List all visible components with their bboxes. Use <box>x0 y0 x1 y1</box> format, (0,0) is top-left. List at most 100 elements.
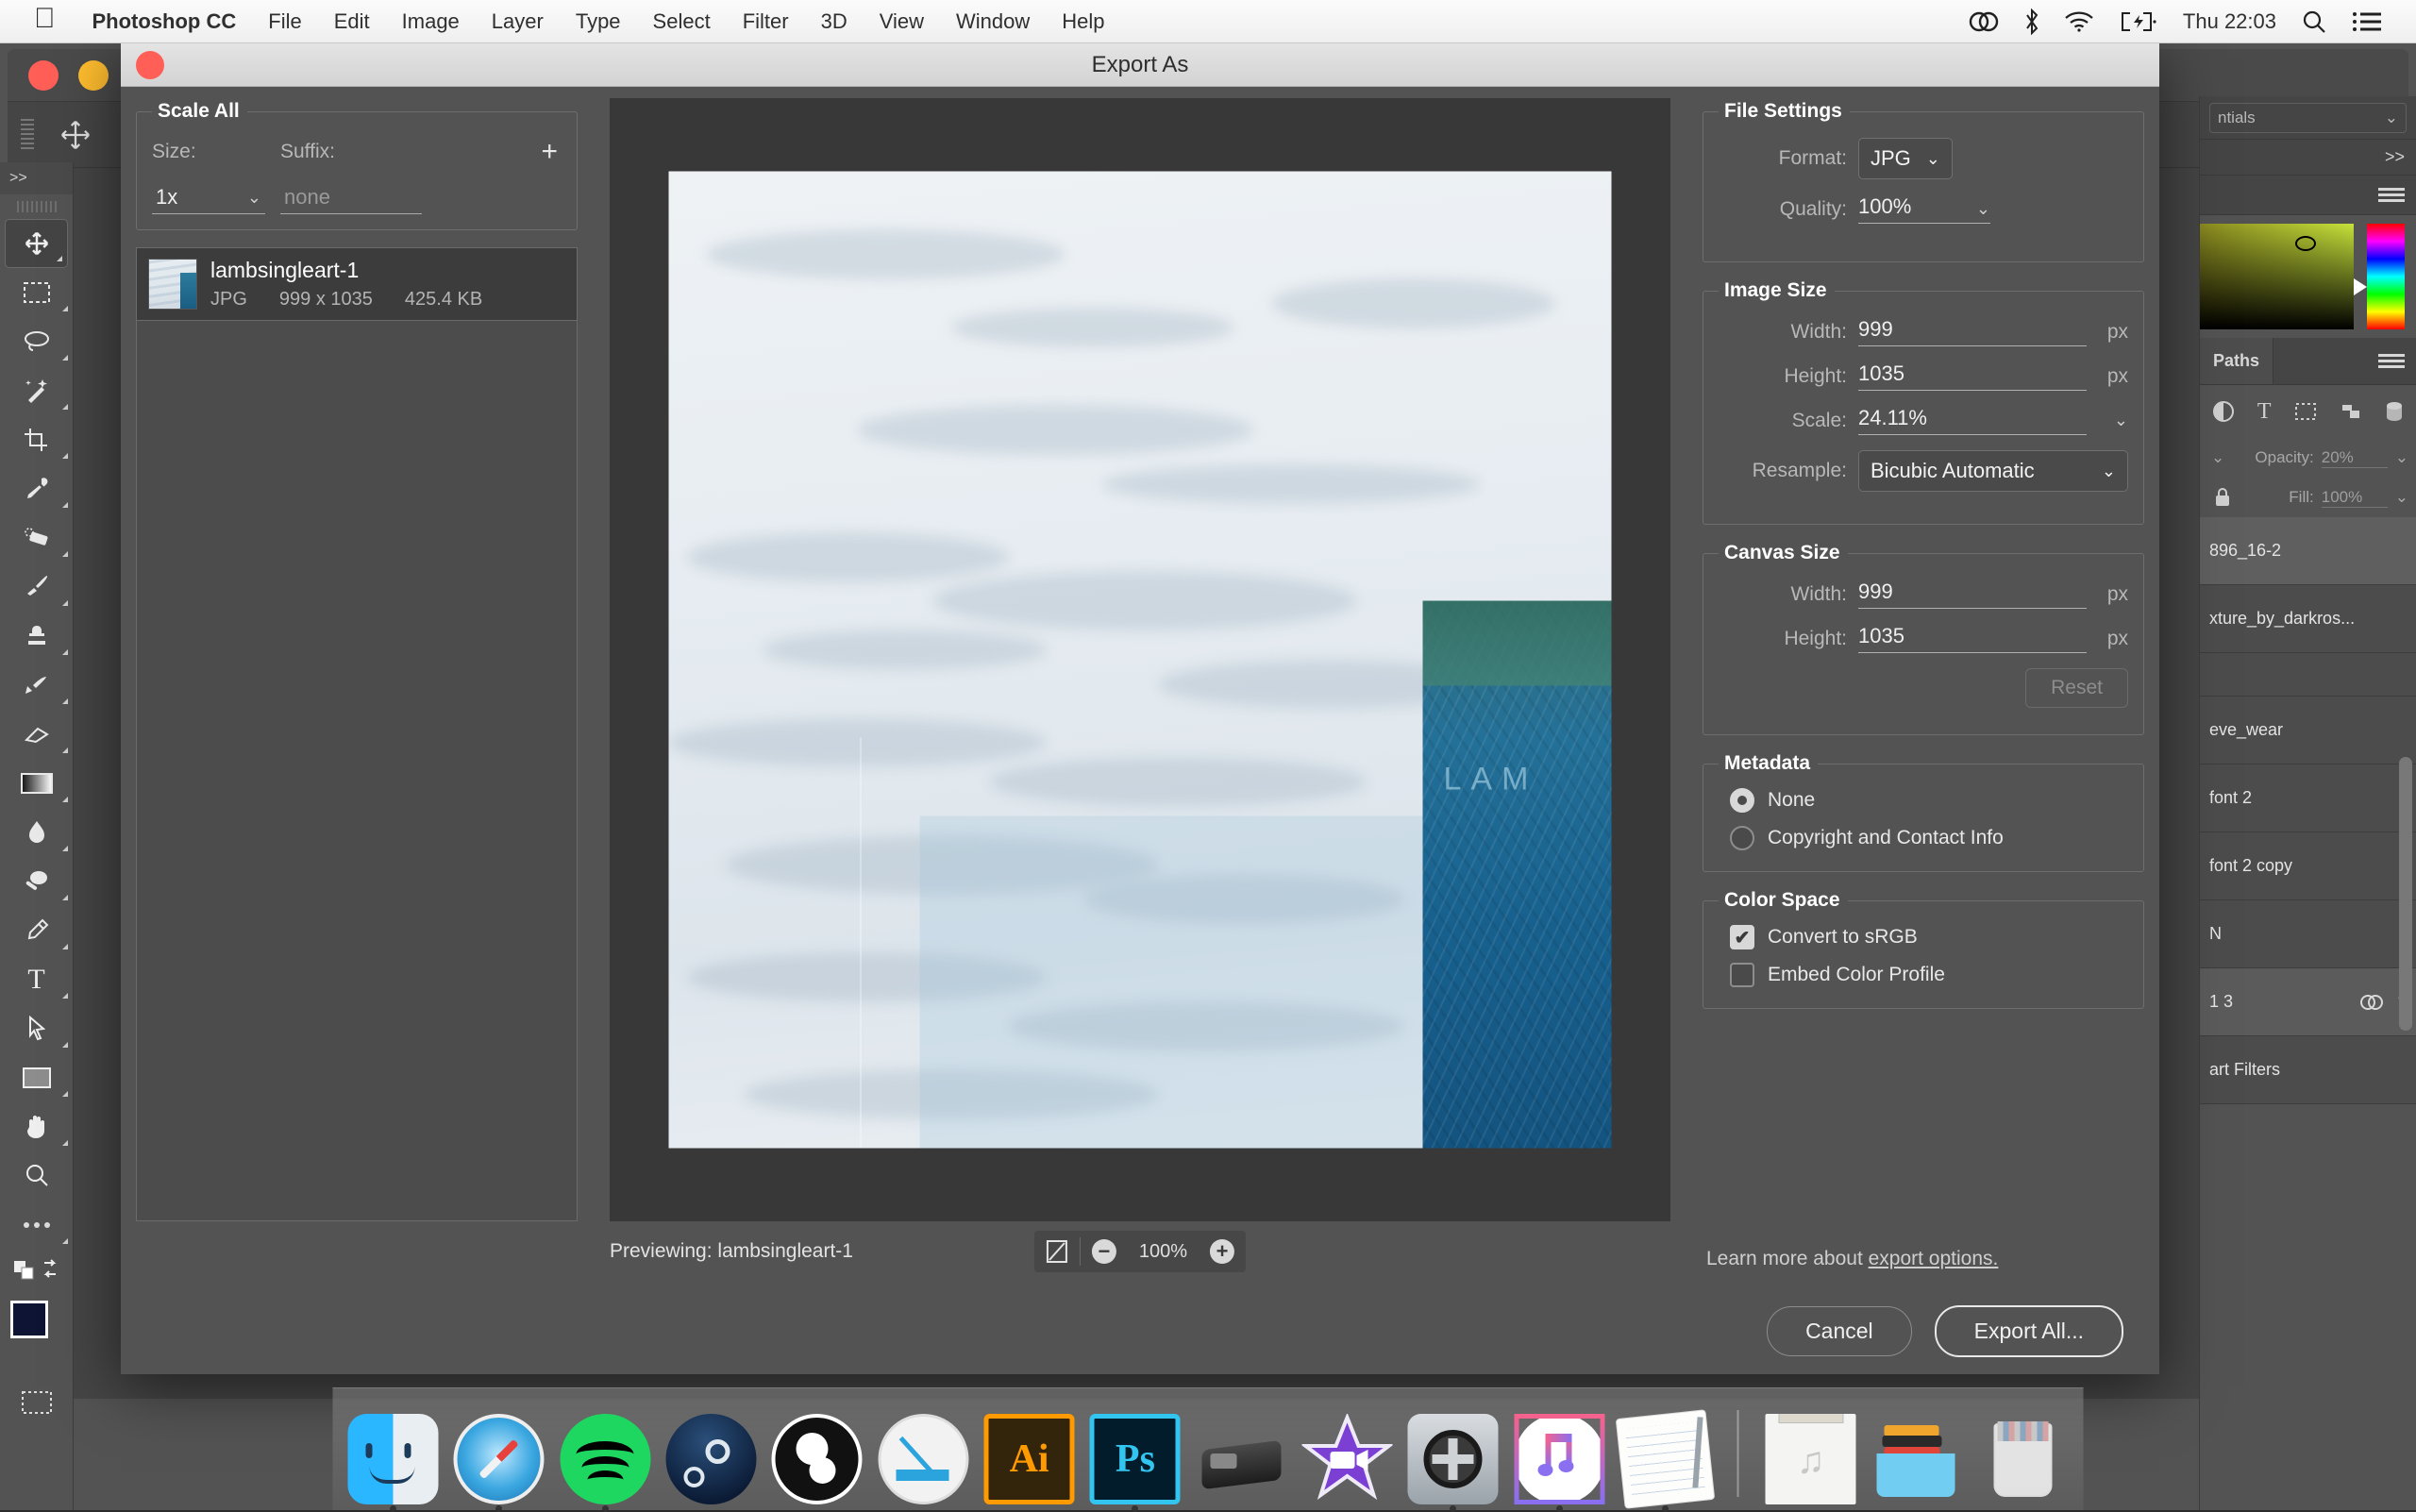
menu-help[interactable]: Help <box>1046 9 1120 34</box>
checkbox-checked-icon[interactable]: ✔ <box>1730 925 1754 949</box>
dock-item-photoshop[interactable]: Ps <box>1090 1404 1181 1504</box>
chevron-down-icon[interactable]: ⌄ <box>2102 462 2116 481</box>
embed-color-profile-option[interactable]: Embed Color Profile <box>1719 963 2128 987</box>
clone-stamp-tool-icon[interactable] <box>0 612 73 661</box>
list-item[interactable]: 896_16-2 <box>2200 517 2416 585</box>
notification-center-icon[interactable] <box>2352 10 2382 33</box>
swap-colors-icon[interactable] <box>0 1250 73 1289</box>
canvas-height-input[interactable]: 1035 <box>1858 624 2087 653</box>
list-item[interactable]: 1 3 ⌃ <box>2200 968 2416 1036</box>
opacity-value[interactable]: 20% <box>2322 448 2388 468</box>
type-tool-icon[interactable]: T <box>0 955 73 1004</box>
dock-stack-music[interactable]: ♫ <box>1766 1404 1856 1504</box>
preview-stage[interactable]: LAM <box>610 98 1670 1221</box>
dock-item-imovie[interactable] <box>1301 1404 1392 1504</box>
creative-cloud-icon[interactable] <box>1968 9 2000 34</box>
menu-select[interactable]: Select <box>637 9 727 34</box>
layer-filter-icons[interactable]: T <box>2200 385 2416 438</box>
dock-item-steam[interactable] <box>665 1404 756 1504</box>
dock-item-itunes[interactable] <box>1514 1404 1604 1504</box>
lasso-tool-icon[interactable] <box>0 317 73 366</box>
radio-button-icon[interactable] <box>1730 788 1754 813</box>
dock-item-scanner[interactable] <box>1196 1404 1286 1504</box>
hue-slider-handle[interactable] <box>2354 278 2367 295</box>
crop-tool-icon[interactable] <box>0 415 73 464</box>
list-item[interactable]: eve_wear <box>2200 697 2416 764</box>
blur-tool-icon[interactable] <box>0 808 73 857</box>
foreground-color-swatch[interactable] <box>10 1301 48 1338</box>
convert-to-srgb-option[interactable]: ✔ Convert to sRGB <box>1719 925 2128 949</box>
pen-tool-icon[interactable] <box>0 906 73 955</box>
menu-view[interactable]: View <box>864 9 940 34</box>
hue-slider[interactable] <box>2367 224 2405 329</box>
options-bar-grip[interactable] <box>21 119 34 151</box>
battery-charging-icon[interactable] <box>2119 10 2158 33</box>
menu-clock[interactable]: Thu 22:03 <box>2183 9 2276 34</box>
dock-item-system-preferences[interactable] <box>1408 1404 1499 1504</box>
dock-item-illustrator[interactable]: Ai <box>983 1404 1074 1504</box>
menu-filter[interactable]: Filter <box>727 9 805 34</box>
apple-logo-icon[interactable]:  <box>34 5 56 33</box>
zoom-in-button[interactable]: + <box>1199 1231 1246 1272</box>
list-item[interactable]: font 2 <box>2200 764 2416 832</box>
tool-palette-grip[interactable] <box>0 194 73 219</box>
history-brush-tool-icon[interactable] <box>0 661 73 710</box>
rectangular-marquee-tool-icon[interactable] <box>0 268 73 317</box>
add-scale-button[interactable]: + <box>541 138 562 166</box>
dock-stack-documents[interactable] <box>1871 1404 1962 1504</box>
chevron-down-icon[interactable]: ⌄ <box>2395 448 2408 467</box>
size-select[interactable]: 1x ⌄ <box>152 183 265 214</box>
checkbox-icon[interactable] <box>1730 963 1754 987</box>
layers-scrollbar[interactable] <box>2399 757 2412 1031</box>
hand-tool-icon[interactable] <box>0 1102 73 1151</box>
panel-menu-icon[interactable] <box>2200 176 2416 215</box>
canvas-width-input[interactable]: 999 <box>1858 580 2087 609</box>
menu-image[interactable]: Image <box>386 9 476 34</box>
layer-fill-control[interactable]: Fill: 100% ⌄ <box>2200 478 2416 517</box>
zoom-out-button[interactable]: − <box>1081 1231 1128 1272</box>
chevron-down-icon[interactable]: ⌄ <box>2395 488 2408 507</box>
radio-button-icon[interactable] <box>1730 826 1754 850</box>
list-item[interactable]: xture_by_darkros... <box>2200 585 2416 653</box>
rectangle-tool-icon[interactable] <box>0 1053 73 1102</box>
gradient-tool-icon[interactable] <box>0 759 73 808</box>
list-item[interactable]: lambsingleart-1 JPG 999 x 1035 425.4 KB <box>136 247 578 321</box>
list-item[interactable]: art Filters <box>2200 1036 2416 1104</box>
move-tool-icon[interactable] <box>49 114 102 156</box>
eyedropper-tool-icon[interactable] <box>0 464 73 513</box>
menu-app-name[interactable]: Photoshop CC <box>76 9 253 34</box>
menu-3d[interactable]: 3D <box>805 9 864 34</box>
dock-item-finder[interactable] <box>347 1404 438 1504</box>
panel-collapse-arrows[interactable]: >> <box>2200 140 2416 176</box>
zoom-tool-icon[interactable] <box>0 1151 73 1201</box>
layer-opacity-control[interactable]: ⌄ Opacity: 20% ⌄ <box>2200 438 2416 478</box>
chevron-down-icon[interactable]: ⌄ <box>1926 149 1940 169</box>
close-window-button[interactable] <box>28 60 59 91</box>
chevron-down-icon[interactable]: ⌄ <box>247 188 261 208</box>
reset-button[interactable]: Reset <box>2025 668 2128 708</box>
color-panel[interactable] <box>2200 215 2416 338</box>
quick-mask-icon[interactable] <box>0 1378 73 1427</box>
resample-select[interactable]: Bicubic Automatic ⌄ <box>1858 450 2128 492</box>
dock-trash[interactable] <box>1977 1404 2068 1504</box>
tab-paths[interactable]: Paths <box>2200 338 2273 384</box>
dock-item-sketch[interactable] <box>878 1404 968 1504</box>
list-item[interactable]: N <box>2200 900 2416 968</box>
zoom-level[interactable]: 100% <box>1128 1231 1199 1272</box>
menu-window[interactable]: Window <box>940 9 1046 34</box>
format-select[interactable]: JPG ⌄ <box>1858 138 1953 179</box>
workspace-switcher[interactable]: ntials ⌄ <box>2200 96 2416 140</box>
minus-circle-icon[interactable]: − <box>1092 1239 1116 1264</box>
chevron-down-icon[interactable]: ⌄ <box>1976 199 1990 219</box>
paths-panel-menu-icon[interactable] <box>2378 354 2405 369</box>
image-height-input[interactable]: 1035 <box>1858 361 2087 391</box>
list-item[interactable] <box>2200 653 2416 697</box>
plus-circle-icon[interactable]: + <box>1210 1239 1234 1264</box>
chevron-down-icon[interactable]: ⌄ <box>2087 411 2128 430</box>
brush-tool-icon[interactable] <box>0 563 73 612</box>
healing-brush-tool-icon[interactable] <box>0 513 73 563</box>
chevron-down-icon[interactable]: ⌄ <box>2207 448 2224 467</box>
dock-item-obs[interactable] <box>772 1404 863 1504</box>
image-width-input[interactable]: 999 <box>1858 317 2087 346</box>
tool-palette-collapse[interactable]: >> <box>0 162 73 194</box>
